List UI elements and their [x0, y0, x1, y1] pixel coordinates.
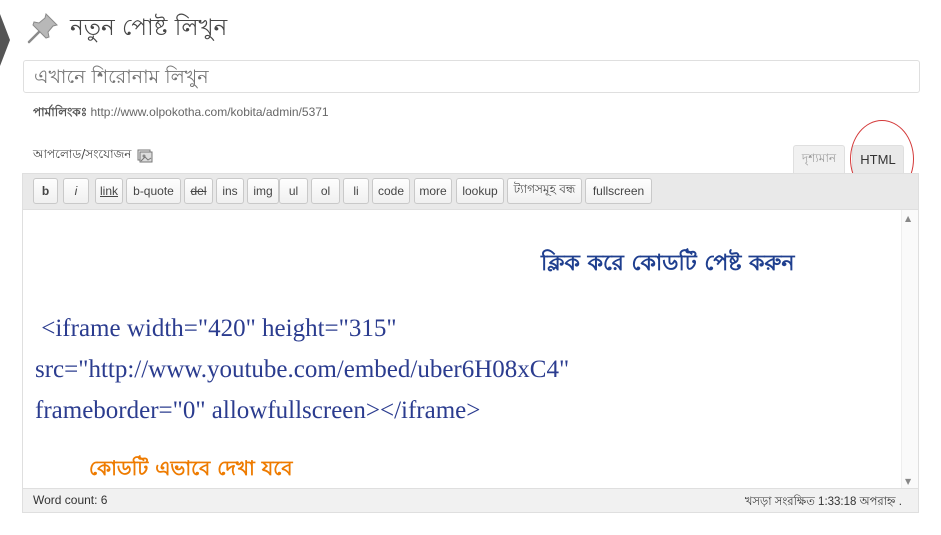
toolbar-button-close-tags[interactable]: ট্যাগসমূহ বন্ধ [507, 178, 582, 204]
editor-statusbar: Word count: 6 খসড়া সংরক্ষিত 1:33:18 অপর… [23, 488, 918, 512]
permalink: পার্মালিংকঃ http://www.olpokotha.com/kob… [33, 104, 329, 124]
editor-textarea[interactable]: ক্লিক করে কোডটি পেষ্ট করুন <iframe width… [23, 210, 903, 490]
toolbar-button-code[interactable]: code [372, 178, 410, 204]
code-line: src="http://www.youtube.com/embed/uber6H… [35, 356, 570, 383]
toolbar-button-italic[interactable]: i [63, 178, 89, 204]
instruction-note: ক্লিক করে কোডটি পেষ্ট করুন [541, 251, 795, 276]
toolbar-button-li[interactable]: li [343, 178, 369, 204]
scroll-up-icon[interactable]: ▲ [905, 214, 911, 223]
embed-code: <iframe width="420" height="315" src="htt… [35, 308, 569, 431]
left-edge-arrow [0, 14, 10, 66]
tab-visual[interactable]: দৃশ্যমান [793, 145, 845, 173]
toolbar-button-lookup[interactable]: lookup [456, 178, 504, 204]
toolbar-button-img[interactable]: img [247, 178, 279, 204]
toolbar-button-more[interactable]: more [414, 178, 452, 204]
scroll-down-icon[interactable]: ▼ [905, 477, 911, 486]
upload-label: আপলোড/সংযোজন [33, 147, 132, 161]
pushpin-icon [27, 13, 58, 44]
quicktags-toolbar: b i link b-quote del ins img ul ol li co… [23, 174, 918, 210]
toolbar-button-fullscreen[interactable]: fullscreen [585, 178, 652, 204]
editor-scrollbar[interactable]: ▲ ▼ [901, 210, 918, 490]
toolbar-button-bold[interactable]: b [33, 178, 58, 204]
editor: b i link b-quote del ins img ul ol li co… [22, 173, 919, 513]
toolbar-button-ol[interactable]: ol [311, 178, 340, 204]
permalink-label: পার্মালিংকঃ [33, 105, 88, 119]
toolbar-button-ul[interactable]: ul [279, 178, 308, 204]
page-title: নতুন পোষ্ট লিখুন [70, 14, 228, 41]
toolbar-button-del[interactable]: del [184, 178, 213, 204]
media-icon[interactable] [137, 149, 153, 163]
post-title-input[interactable] [23, 60, 920, 93]
word-count: Word count: 6 [33, 493, 108, 507]
page-header: নতুন পোষ্ট লিখুন [26, 8, 227, 48]
upload-insert[interactable]: আপলোড/সংযোজন [33, 146, 153, 166]
draft-saved-status: খসড়া সংরক্ষিত 1:33:18 অপরাহ্ন . [744, 496, 902, 508]
code-line: <iframe width="420" height="315" [35, 315, 397, 342]
toolbar-button-ins[interactable]: ins [216, 178, 244, 204]
toolbar-button-bquote[interactable]: b-quote [126, 178, 181, 204]
code-line: frameborder="0" allowfullscreen></iframe… [35, 397, 481, 424]
permalink-url[interactable]: http://www.olpokotha.com/kobita/admin/53… [90, 105, 328, 119]
result-note: কোডটি এভাবে দেখা যবে [89, 456, 293, 480]
toolbar-button-link[interactable]: link [95, 178, 123, 204]
